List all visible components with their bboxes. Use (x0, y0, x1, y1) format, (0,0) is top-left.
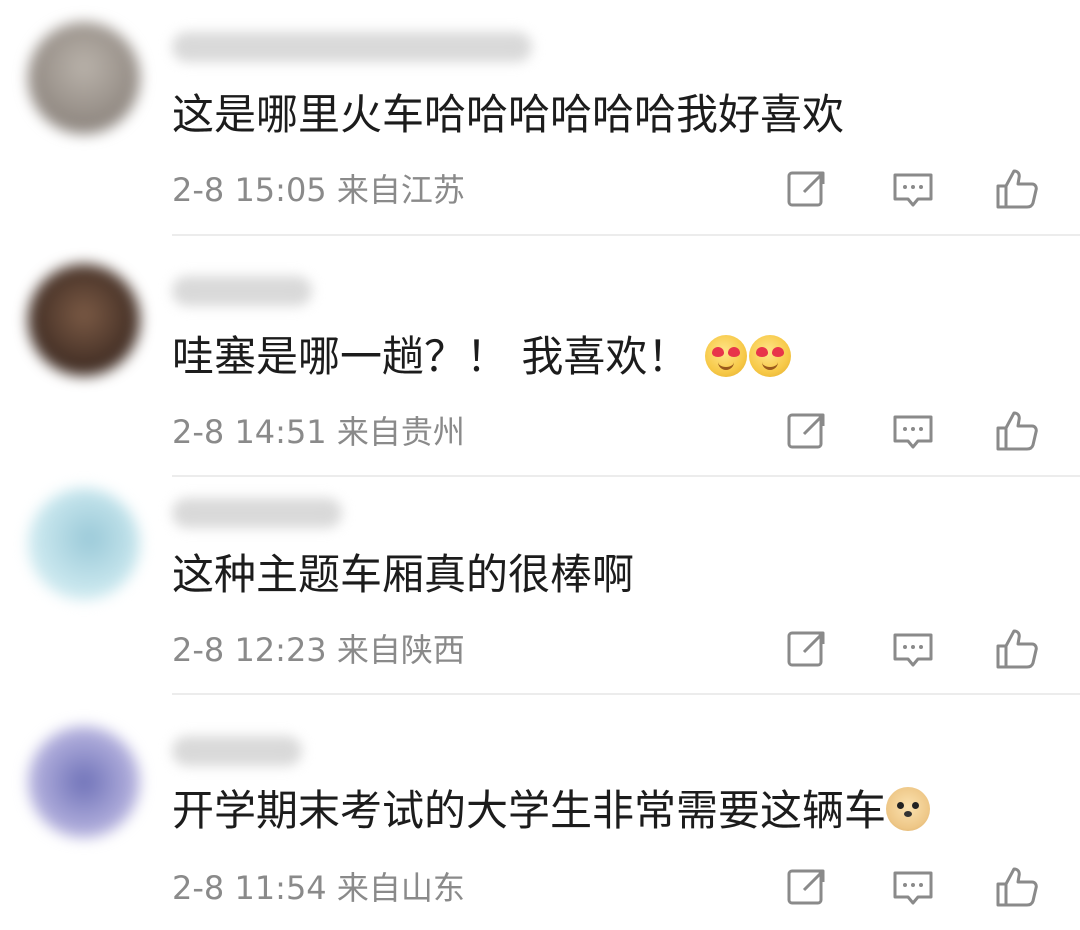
comment-text: 这种主题车厢真的很棒啊 (172, 550, 635, 599)
comment-location: 来自陕西 (336, 631, 465, 669)
comment-location: 来自江苏 (336, 171, 465, 209)
comment-actions (780, 408, 1080, 454)
share-icon[interactable] (784, 408, 830, 454)
comment-location: 来自贵州 (336, 413, 465, 451)
avatar[interactable] (28, 488, 140, 600)
comment-time: 2-8 14:51 (172, 413, 327, 451)
divider (172, 693, 1080, 695)
comment-actions (780, 626, 1080, 672)
share-icon[interactable] (784, 166, 830, 212)
share-icon[interactable] (784, 864, 830, 910)
username-blurred[interactable] (172, 32, 532, 62)
comment-meta: 2-8 12:23 来自陕西 (172, 630, 465, 670)
comment-icon[interactable] (890, 864, 936, 910)
share-icon[interactable] (784, 626, 830, 672)
like-icon[interactable] (994, 864, 1040, 910)
comment-meta: 2-8 15:05 来自江苏 (172, 170, 465, 210)
like-icon[interactable] (994, 626, 1040, 672)
comment-text: 开学期末考试的大学生非常需要这辆车 (172, 786, 931, 836)
comment-icon[interactable] (890, 626, 936, 672)
comment-meta: 2-8 14:51 来自贵州 (172, 412, 465, 452)
avatar[interactable] (28, 264, 140, 376)
comment-location: 来自山东 (336, 869, 465, 907)
comment-time: 2-8 11:54 (172, 869, 327, 907)
comment-time: 2-8 15:05 (172, 171, 327, 209)
heart-eyes-emoji (704, 335, 747, 377)
comment-meta: 2-8 11:54 来自山东 (172, 868, 465, 908)
username-blurred[interactable] (172, 498, 342, 528)
comment-icon[interactable] (890, 408, 936, 454)
comment-actions (780, 864, 1080, 910)
comment-actions (780, 166, 1080, 212)
comment-time: 2-8 12:23 (172, 631, 327, 669)
username-blurred[interactable] (172, 736, 302, 766)
like-icon[interactable] (994, 166, 1040, 212)
heart-eyes-emoji (748, 335, 791, 377)
comment-text: 哇塞是哪一趟？！ 我喜欢！ (172, 332, 791, 382)
divider (172, 234, 1080, 236)
username-blurred[interactable] (172, 276, 312, 306)
comment-text: 这是哪里火车哈哈哈哈哈哈我好喜欢 (172, 90, 845, 139)
avatar[interactable] (28, 726, 140, 838)
like-icon[interactable] (994, 408, 1040, 454)
doge-emoji (886, 787, 931, 831)
divider (172, 475, 1080, 477)
avatar[interactable] (28, 22, 140, 134)
comment-icon[interactable] (890, 166, 936, 212)
